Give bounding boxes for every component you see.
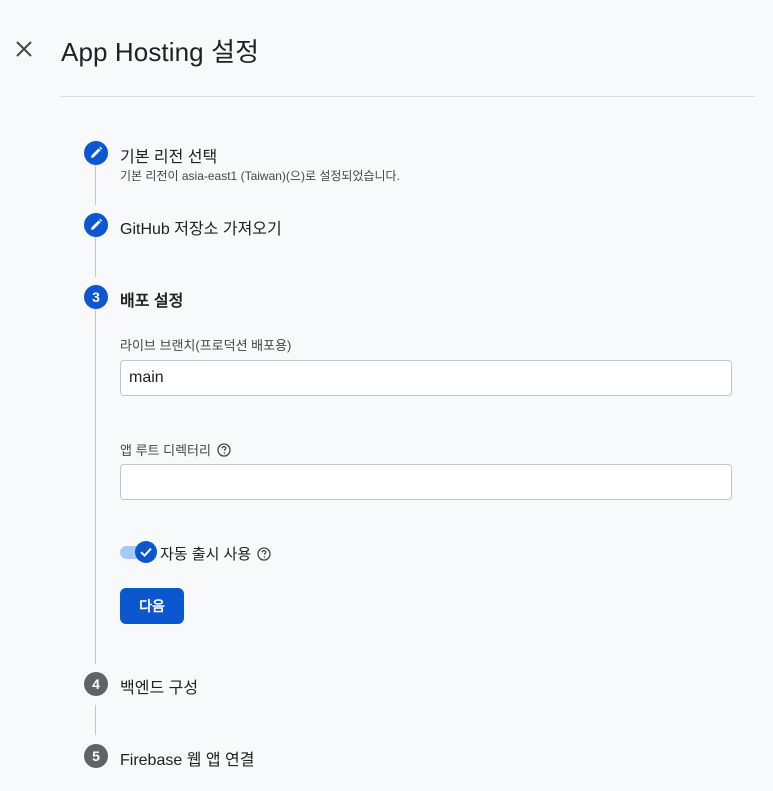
step-2-title[interactable]: GitHub 저장소 가져오기 [120,215,282,239]
step-connector [95,309,96,664]
step-1-title[interactable]: 기본 리전 선택 [120,143,217,167]
step-connector [95,705,96,735]
root-dir-label-text: 앱 루트 디렉터리 [120,443,211,458]
step-connector [95,165,96,205]
header-divider [60,96,755,97]
page-title: App Hosting 설정 [61,37,260,67]
auto-rollout-label-text: 자동 출시 사용 [160,546,252,563]
app-hosting-setup-page: App Hosting 설정 기본 리전 선택 기본 리전이 asia-east… [0,0,773,791]
step-connector [95,237,96,277]
root-dir-input[interactable] [120,464,732,500]
auto-rollout-label: 자동 출시 사용 [160,543,271,564]
live-branch-label-text: 라이브 브랜치(프로덕션 배포용) [120,338,292,353]
close-icon [16,41,32,57]
pencil-icon [91,218,103,230]
live-branch-input[interactable] [120,360,732,396]
step-4-title: 백엔드 구성 [120,680,199,697]
step-1-indicator[interactable] [84,141,108,165]
step-5-indicator: 5 [84,744,108,768]
step-1-subtitle: 기본 리전이 asia-east1 (Taiwan)(으)로 설정되었습니다. [120,169,400,183]
step-5-title: Firebase 웹 앱 연결 [120,752,255,769]
root-dir-label: 앱 루트 디렉터리 [120,440,231,459]
next-button[interactable]: 다음 [120,588,184,624]
help-icon[interactable] [257,546,271,561]
step-2-indicator[interactable] [84,213,108,237]
auto-rollout-toggle[interactable] [120,541,158,563]
check-icon [140,547,152,558]
close-button[interactable] [11,36,37,62]
step-3-indicator: 3 [84,285,108,309]
step-3-title: 배포 설정 [120,293,184,310]
pencil-icon [91,146,103,158]
toggle-knob [135,541,157,563]
help-icon[interactable] [217,442,231,457]
step-4-indicator: 4 [84,672,108,696]
live-branch-label: 라이브 브랜치(프로덕션 배포용) [120,335,291,354]
